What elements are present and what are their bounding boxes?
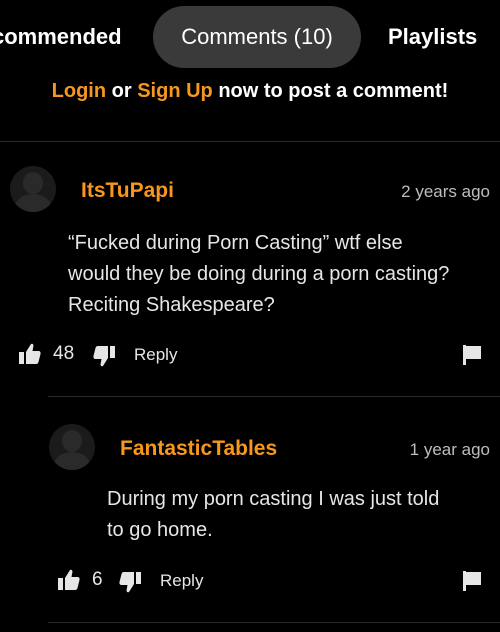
- comment-body: “Fucked during Porn Casting” wtf else wo…: [68, 228, 449, 321]
- avatar-head: [23, 172, 43, 194]
- thumbs-down-icon[interactable]: [92, 344, 116, 368]
- comment-timestamp: 2 years ago: [401, 182, 490, 201]
- comment-line: “Fucked during Porn Casting” wtf else: [68, 232, 403, 254]
- avatar-shoulders: [54, 452, 90, 470]
- avatar-shoulders: [15, 194, 51, 212]
- thumbs-down-icon[interactable]: [118, 570, 142, 594]
- signup-link[interactable]: Sign Up: [137, 80, 213, 102]
- tab-playlists[interactable]: Playlists: [388, 6, 477, 68]
- divider: [0, 141, 500, 142]
- comment-line: to go home.: [107, 519, 213, 541]
- login-rest-text: now to post a comment!: [212, 80, 449, 102]
- user-avatar[interactable]: [10, 166, 56, 212]
- like-count: 6: [92, 569, 103, 590]
- divider: [48, 396, 500, 397]
- comment-actions: 6 Reply: [0, 568, 500, 596]
- comment-timestamp: 1 year ago: [409, 440, 490, 459]
- comment-username[interactable]: ItsTuPapi: [81, 179, 174, 203]
- login-prompt: Login or Sign Up now to post a comment!: [0, 80, 500, 103]
- reply-button[interactable]: Reply: [160, 571, 203, 591]
- login-link[interactable]: Login: [52, 80, 106, 102]
- comment-body: During my porn casting I was just told t…: [107, 484, 439, 546]
- tab-recommended[interactable]: commended: [0, 6, 122, 68]
- login-or-text: or: [106, 80, 138, 102]
- comment-username[interactable]: FantasticTables: [120, 437, 277, 461]
- tab-comments[interactable]: Comments (10): [153, 6, 361, 68]
- comment-tabs: commended Comments (10) Playlists: [0, 0, 500, 76]
- avatar-head: [62, 430, 82, 452]
- thumbs-up-icon[interactable]: [57, 568, 81, 592]
- like-count: 48: [53, 343, 75, 364]
- comment-line: During my porn casting I was just told: [107, 488, 440, 510]
- flag-icon[interactable]: [460, 569, 484, 593]
- comment-line: Reciting Shakespeare?: [68, 294, 275, 316]
- divider: [48, 622, 500, 623]
- flag-icon[interactable]: [460, 343, 484, 367]
- thumbs-up-icon[interactable]: [18, 342, 42, 366]
- comment-line: would they be doing during a porn castin…: [68, 263, 450, 285]
- reply-button[interactable]: Reply: [134, 345, 177, 365]
- comment-actions: 48 Reply: [0, 342, 500, 370]
- user-avatar[interactable]: [49, 424, 95, 470]
